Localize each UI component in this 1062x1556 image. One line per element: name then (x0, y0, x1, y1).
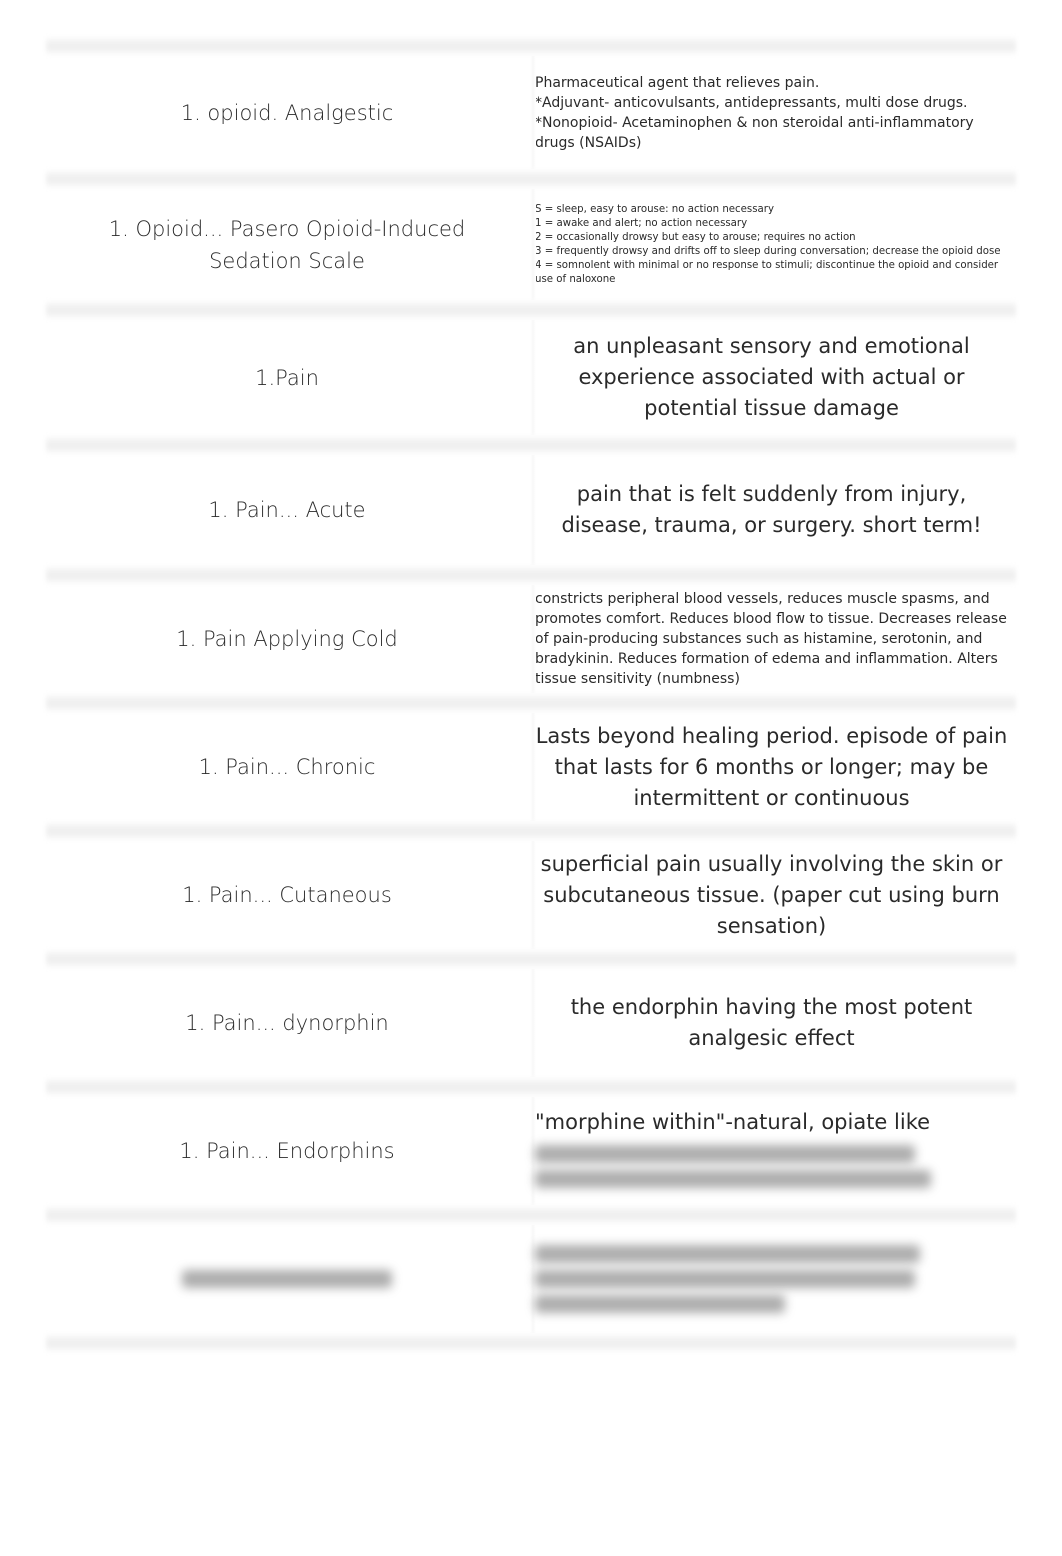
flashcard-row: 1. Pain... Chronic Lasts beyond healing … (42, 713, 1020, 821)
term: 1. Pain... Cutaneous (182, 883, 392, 907)
term: 1. Pain... dynorphin (185, 1011, 389, 1035)
term: 1.Pain (255, 365, 319, 390)
column-divider (530, 841, 536, 949)
blurred-text (535, 1270, 915, 1288)
definition-line: 3 = frequently drowsy and drifts off to … (535, 245, 1001, 257)
flashcard-row: 1. Pain... Acute pain that is felt sudde… (42, 455, 1020, 565)
row-separator (46, 565, 1016, 585)
flashcard-row-blurred (42, 1225, 1020, 1333)
term: 1. opioid. Analgestic (180, 100, 394, 125)
term-blurred (42, 1270, 532, 1288)
term: 1. Opioid... Pasero Opioid-Induced Sedat… (108, 216, 466, 273)
definition-line: 4 = somnolent with minimal or no respons… (535, 259, 999, 285)
definition-blurred (532, 1238, 1020, 1320)
flashcard-row: 1. Pain... Endorphins "morphine within"-… (42, 1097, 1020, 1205)
column-divider (530, 320, 536, 435)
definition-line: *Nonopioid- Acetaminophen & non steroida… (535, 114, 974, 151)
flashcard-row: 1. opioid. Analgestic Pharmaceutical age… (42, 56, 1020, 169)
definition-line: 2 = occasionally drowsy but easy to arou… (535, 231, 856, 243)
column-divider (530, 585, 536, 693)
definition-line: S = sleep, easy to arouse: no action nec… (535, 203, 774, 215)
row-separator (46, 300, 1016, 320)
row-separator (46, 1333, 1016, 1353)
flashcard-row: 1. Opioid... Pasero Opioid-Induced Sedat… (42, 189, 1020, 300)
blurred-text (535, 1295, 785, 1313)
blurred-text (535, 1245, 920, 1263)
row-separator (46, 36, 1016, 56)
definition: constricts peripheral blood vessels, red… (535, 591, 1007, 687)
definition-line: *Adjuvant- anticovulsants, antidepressan… (535, 94, 968, 111)
definition: the endorphin having the most potent ana… (570, 995, 973, 1050)
row-separator (46, 169, 1016, 189)
column-divider (530, 455, 536, 565)
flashcard-row: 1.Pain an unpleasant sensory and emotion… (42, 320, 1020, 435)
flashcard-row: 1. Pain Applying Cold constricts periphe… (42, 585, 1020, 693)
term: 1. Pain... Endorphins (179, 1139, 395, 1163)
blurred-text (535, 1170, 931, 1188)
flashcard-row: 1. Pain... dynorphin the endorphin havin… (42, 969, 1020, 1077)
definition: "morphine within"-natural, opiate like (532, 1107, 1020, 1195)
definition-line: Pharmaceutical agent that relieves pain. (535, 74, 820, 91)
flashcard-sheet: 1. opioid. Analgestic Pharmaceutical age… (42, 36, 1020, 1353)
definition: S = sleep, easy to arouse: no action nec… (532, 203, 1020, 287)
flashcard-row: 1. Pain... Cutaneous superficial pain us… (42, 841, 1020, 949)
blurred-text (535, 1145, 915, 1163)
column-divider (530, 189, 536, 300)
definition: an unpleasant sensory and emotional expe… (573, 334, 970, 420)
definition-line: 1 = awake and alert; no action necessary (535, 217, 748, 229)
row-separator (46, 1205, 1016, 1225)
row-separator (46, 949, 1016, 969)
row-separator (46, 693, 1016, 713)
definition: pain that is felt suddenly from injury, … (561, 482, 982, 537)
definition: superficial pain usually involving the s… (540, 851, 1003, 938)
definition: Lasts beyond healing period. episode of … (535, 723, 1008, 810)
blurred-text (182, 1270, 392, 1288)
row-separator (46, 435, 1016, 455)
column-divider (530, 969, 536, 1077)
column-divider (530, 713, 536, 821)
row-separator (46, 1077, 1016, 1097)
term: 1. Pain Applying Cold (176, 627, 398, 651)
term: 1. Pain... Chronic (198, 755, 376, 779)
term: 1. Pain... Acute (208, 498, 366, 522)
definition-visible-line: "morphine within"-natural, opiate like (535, 1110, 931, 1134)
column-divider (530, 56, 536, 169)
definition: Pharmaceutical agent that relieves pain.… (532, 73, 1020, 153)
row-separator (46, 821, 1016, 841)
